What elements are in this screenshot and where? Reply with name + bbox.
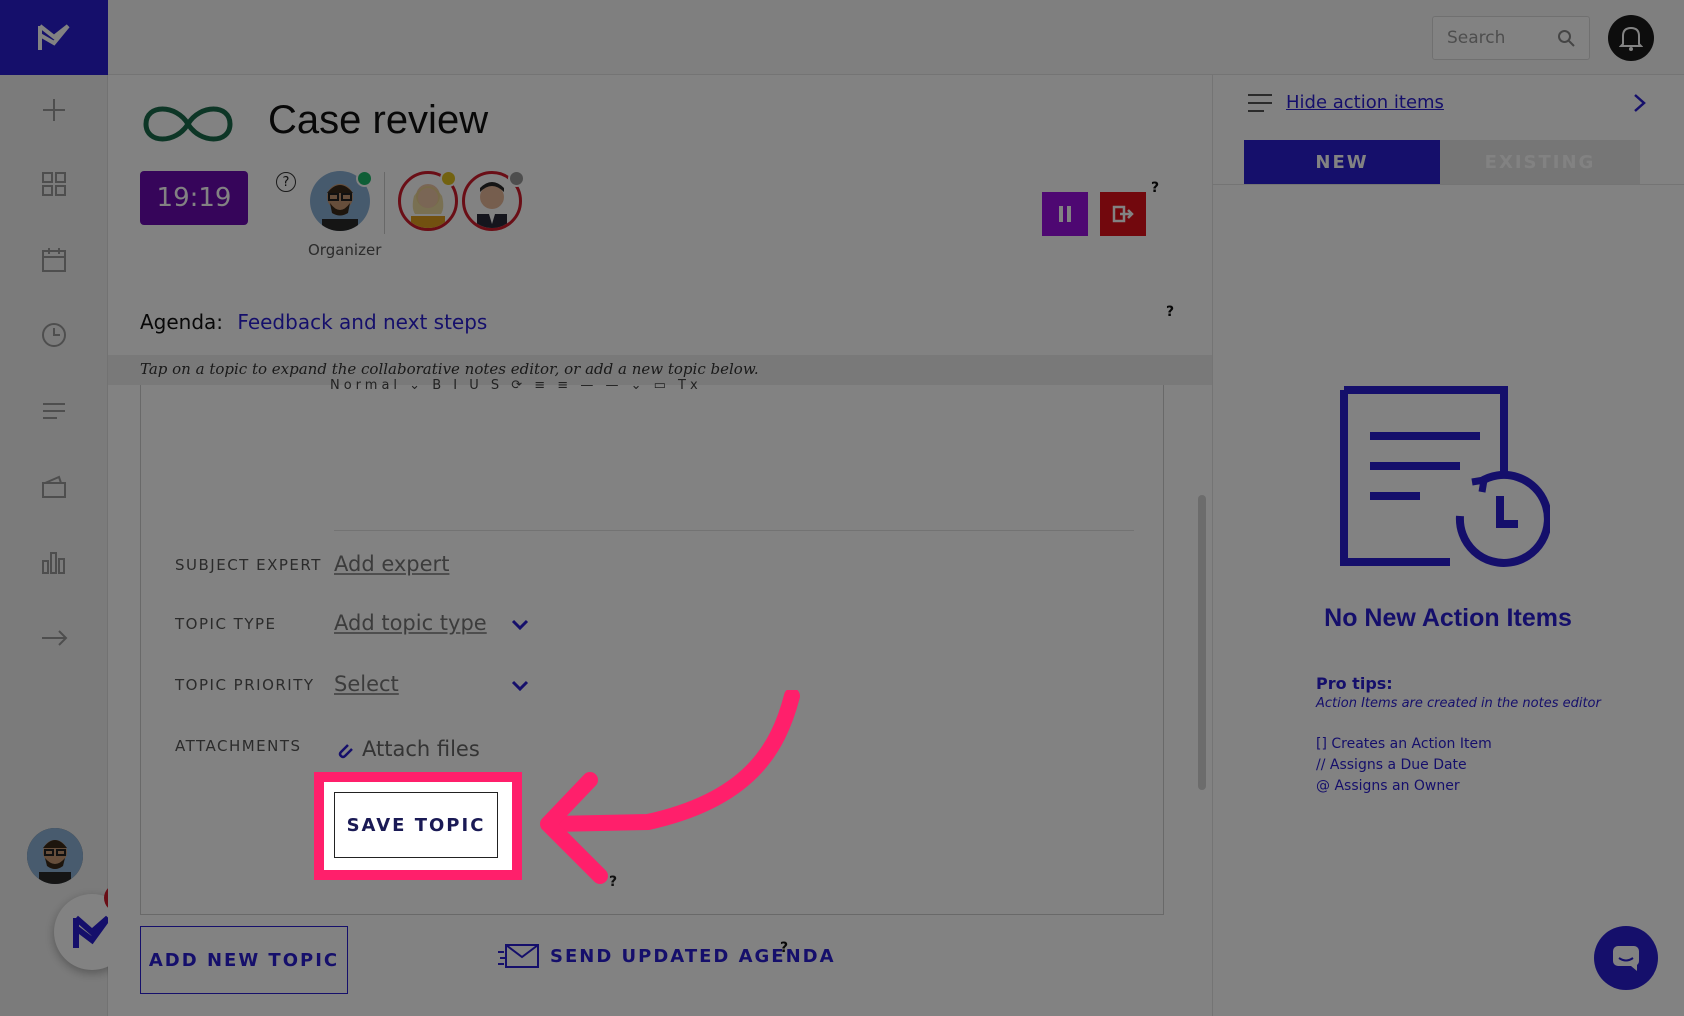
meeting-loop-icon <box>143 106 233 142</box>
tip-line: @ Assigns an Owner <box>1316 778 1460 794</box>
chart-icon[interactable] <box>30 538 78 586</box>
app-logo-icon[interactable] <box>0 0 108 75</box>
save-topic-button[interactable]: SAVE TOPIC <box>334 792 498 858</box>
agenda-label: Agenda: <box>140 310 224 334</box>
clock-icon[interactable] <box>30 311 78 359</box>
add-icon[interactable] <box>30 86 78 134</box>
list-icon[interactable] <box>30 387 78 435</box>
tab-existing[interactable]: EXISTING <box>1440 140 1640 184</box>
pointer-arrow-icon <box>540 690 800 884</box>
paperclip-icon <box>338 744 353 759</box>
user-avatar[interactable] <box>27 828 83 884</box>
hide-action-items-link[interactable]: Hide action items <box>1286 92 1444 113</box>
support-chat-button[interactable] <box>1594 926 1658 990</box>
agenda-help-mark[interactable]: ? <box>1166 304 1174 320</box>
chevron-down-icon[interactable] <box>510 618 530 632</box>
tab-new[interactable]: NEW <box>1244 140 1440 184</box>
agenda-title-link[interactable]: Feedback and next steps <box>237 310 487 334</box>
organizer-label: Organizer <box>308 241 382 259</box>
topic-priority-select[interactable]: Select <box>334 672 399 696</box>
tip-line: [] Creates an Action Item <box>1316 736 1492 752</box>
arrow-right-icon[interactable] <box>30 614 78 662</box>
empty-action-items-icon <box>1340 386 1550 567</box>
agenda-row: Agenda: Feedback and next steps <box>140 310 487 334</box>
envelope-icon <box>498 944 539 968</box>
agenda-hint: Tap on a topic to expand the collaborati… <box>140 360 759 378</box>
controls-help-mark[interactable]: ? <box>1151 180 1159 196</box>
editor-scrollbar[interactable] <box>1198 495 1206 790</box>
chat-bubble-icon <box>1613 946 1639 971</box>
online-status-dot <box>356 170 373 187</box>
subject-expert-field[interactable]: Add expert <box>334 552 449 576</box>
meeting-title: Case review <box>268 98 489 142</box>
tip-line: // Assigns a Due Date <box>1316 757 1467 773</box>
end-meeting-button[interactable] <box>1100 192 1146 236</box>
attach-files-label: Attach files <box>362 737 480 761</box>
pause-meeting-button[interactable] <box>1042 192 1088 236</box>
topic-priority-label: TOPIC PRIORITY <box>175 676 315 694</box>
send-agenda-label: SEND UPDATED AGENDA <box>550 945 836 967</box>
editor-divider <box>334 530 1134 531</box>
search-placeholder: Search <box>1447 28 1506 48</box>
attach-files-link[interactable]: Attach files <box>334 737 480 761</box>
add-new-topic-button[interactable]: ADD NEW TOPIC <box>140 926 348 994</box>
menu-lines-icon <box>1248 94 1272 112</box>
empty-state-title: No New Action Items <box>1324 604 1572 632</box>
search-input[interactable]: Search <box>1432 16 1590 60</box>
send-agenda-help-mark[interactable]: ? <box>780 940 788 956</box>
subject-expert-label: SUBJECT EXPERT <box>175 556 322 574</box>
away-status-dot <box>440 170 457 187</box>
notification-bell-icon[interactable] <box>1608 15 1654 61</box>
calendar-icon[interactable] <box>30 236 78 284</box>
pro-tips-subtitle: Action Items are created in the notes ed… <box>1316 696 1601 711</box>
chevron-right-icon[interactable] <box>1632 92 1648 114</box>
save-help-mark[interactable]: ? <box>609 874 617 890</box>
editor-toolbar[interactable]: Normal ⌄ B I U S ⟳ ≡ ≡ — — ⌄ ▭ Tx <box>330 378 702 393</box>
offline-status-dot <box>508 170 525 187</box>
pro-tips-title: Pro tips: <box>1316 674 1393 693</box>
topic-type-select[interactable]: Add topic type <box>334 611 487 635</box>
attachments-label: ATTACHMENTS <box>175 737 302 755</box>
chevron-down-icon[interactable] <box>510 679 530 693</box>
tabs-rule <box>1212 184 1684 185</box>
search-icon[interactable] <box>1557 29 1575 47</box>
grid-icon[interactable] <box>30 160 78 208</box>
help-icon[interactable]: ? <box>276 172 296 192</box>
meeting-timer: 19:19 <box>140 171 248 225</box>
topic-type-label: TOPIC TYPE <box>175 615 277 633</box>
participants-divider <box>384 172 385 234</box>
card-icon[interactable] <box>30 462 78 510</box>
